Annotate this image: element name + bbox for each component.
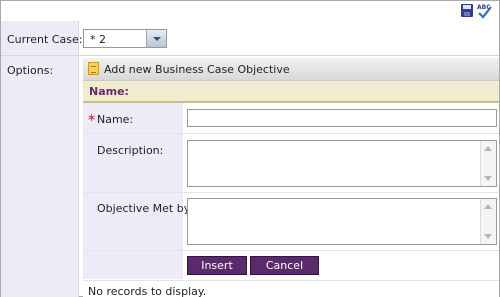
window-frame: ABC Current Case: Options: * 2 Add new B…	[0, 0, 500, 297]
form-divider	[83, 250, 499, 251]
top-toolbar: ABC	[1, 1, 499, 21]
row-divider	[1, 55, 499, 56]
name-input[interactable]	[187, 109, 497, 127]
scroll-up-icon[interactable]	[484, 146, 492, 151]
chevron-down-icon[interactable]	[146, 30, 166, 47]
no-records-text: No records to display.	[88, 285, 207, 297]
scroll-down-icon[interactable]	[484, 176, 492, 181]
description-textarea[interactable]	[187, 140, 497, 187]
current-case-value: * 2	[90, 33, 106, 46]
form-divider	[83, 192, 499, 193]
description-label: Description:	[97, 144, 164, 157]
current-case-select[interactable]: * 2	[83, 29, 167, 48]
sidebar	[1, 21, 79, 297]
name-label: Name:	[97, 113, 134, 126]
cancel-button[interactable]: Cancel	[250, 256, 319, 275]
form-label-column	[83, 103, 183, 279]
spellcheck-icon[interactable]: ABC	[476, 2, 493, 19]
objectives-panel: Add new Business Case Objective Name: ∗ …	[83, 58, 499, 297]
command-bar: Add new Business Case Objective	[83, 58, 499, 81]
add-objective-link[interactable]: Add new Business Case Objective	[104, 63, 290, 76]
save-icon[interactable]	[461, 4, 473, 17]
options-label: Options:	[7, 64, 54, 77]
add-record-icon[interactable]	[88, 62, 99, 75]
description-scrollbar[interactable]	[480, 141, 496, 186]
insert-button[interactable]: Insert	[187, 256, 247, 275]
scroll-down-icon[interactable]	[484, 234, 492, 239]
grid-footer: No records to display.	[83, 280, 499, 297]
required-indicator: ∗	[87, 111, 97, 124]
current-case-label: Current Case:	[7, 33, 83, 46]
objective-met-textarea[interactable]	[187, 198, 497, 245]
scroll-up-icon[interactable]	[484, 204, 492, 209]
grid-header-name[interactable]: Name:	[89, 85, 129, 98]
objective-met-label: Objective Met by:	[97, 202, 194, 215]
grid-header: Name:	[83, 81, 499, 103]
objective-met-scrollbar[interactable]	[480, 199, 496, 244]
form-divider	[83, 133, 499, 134]
